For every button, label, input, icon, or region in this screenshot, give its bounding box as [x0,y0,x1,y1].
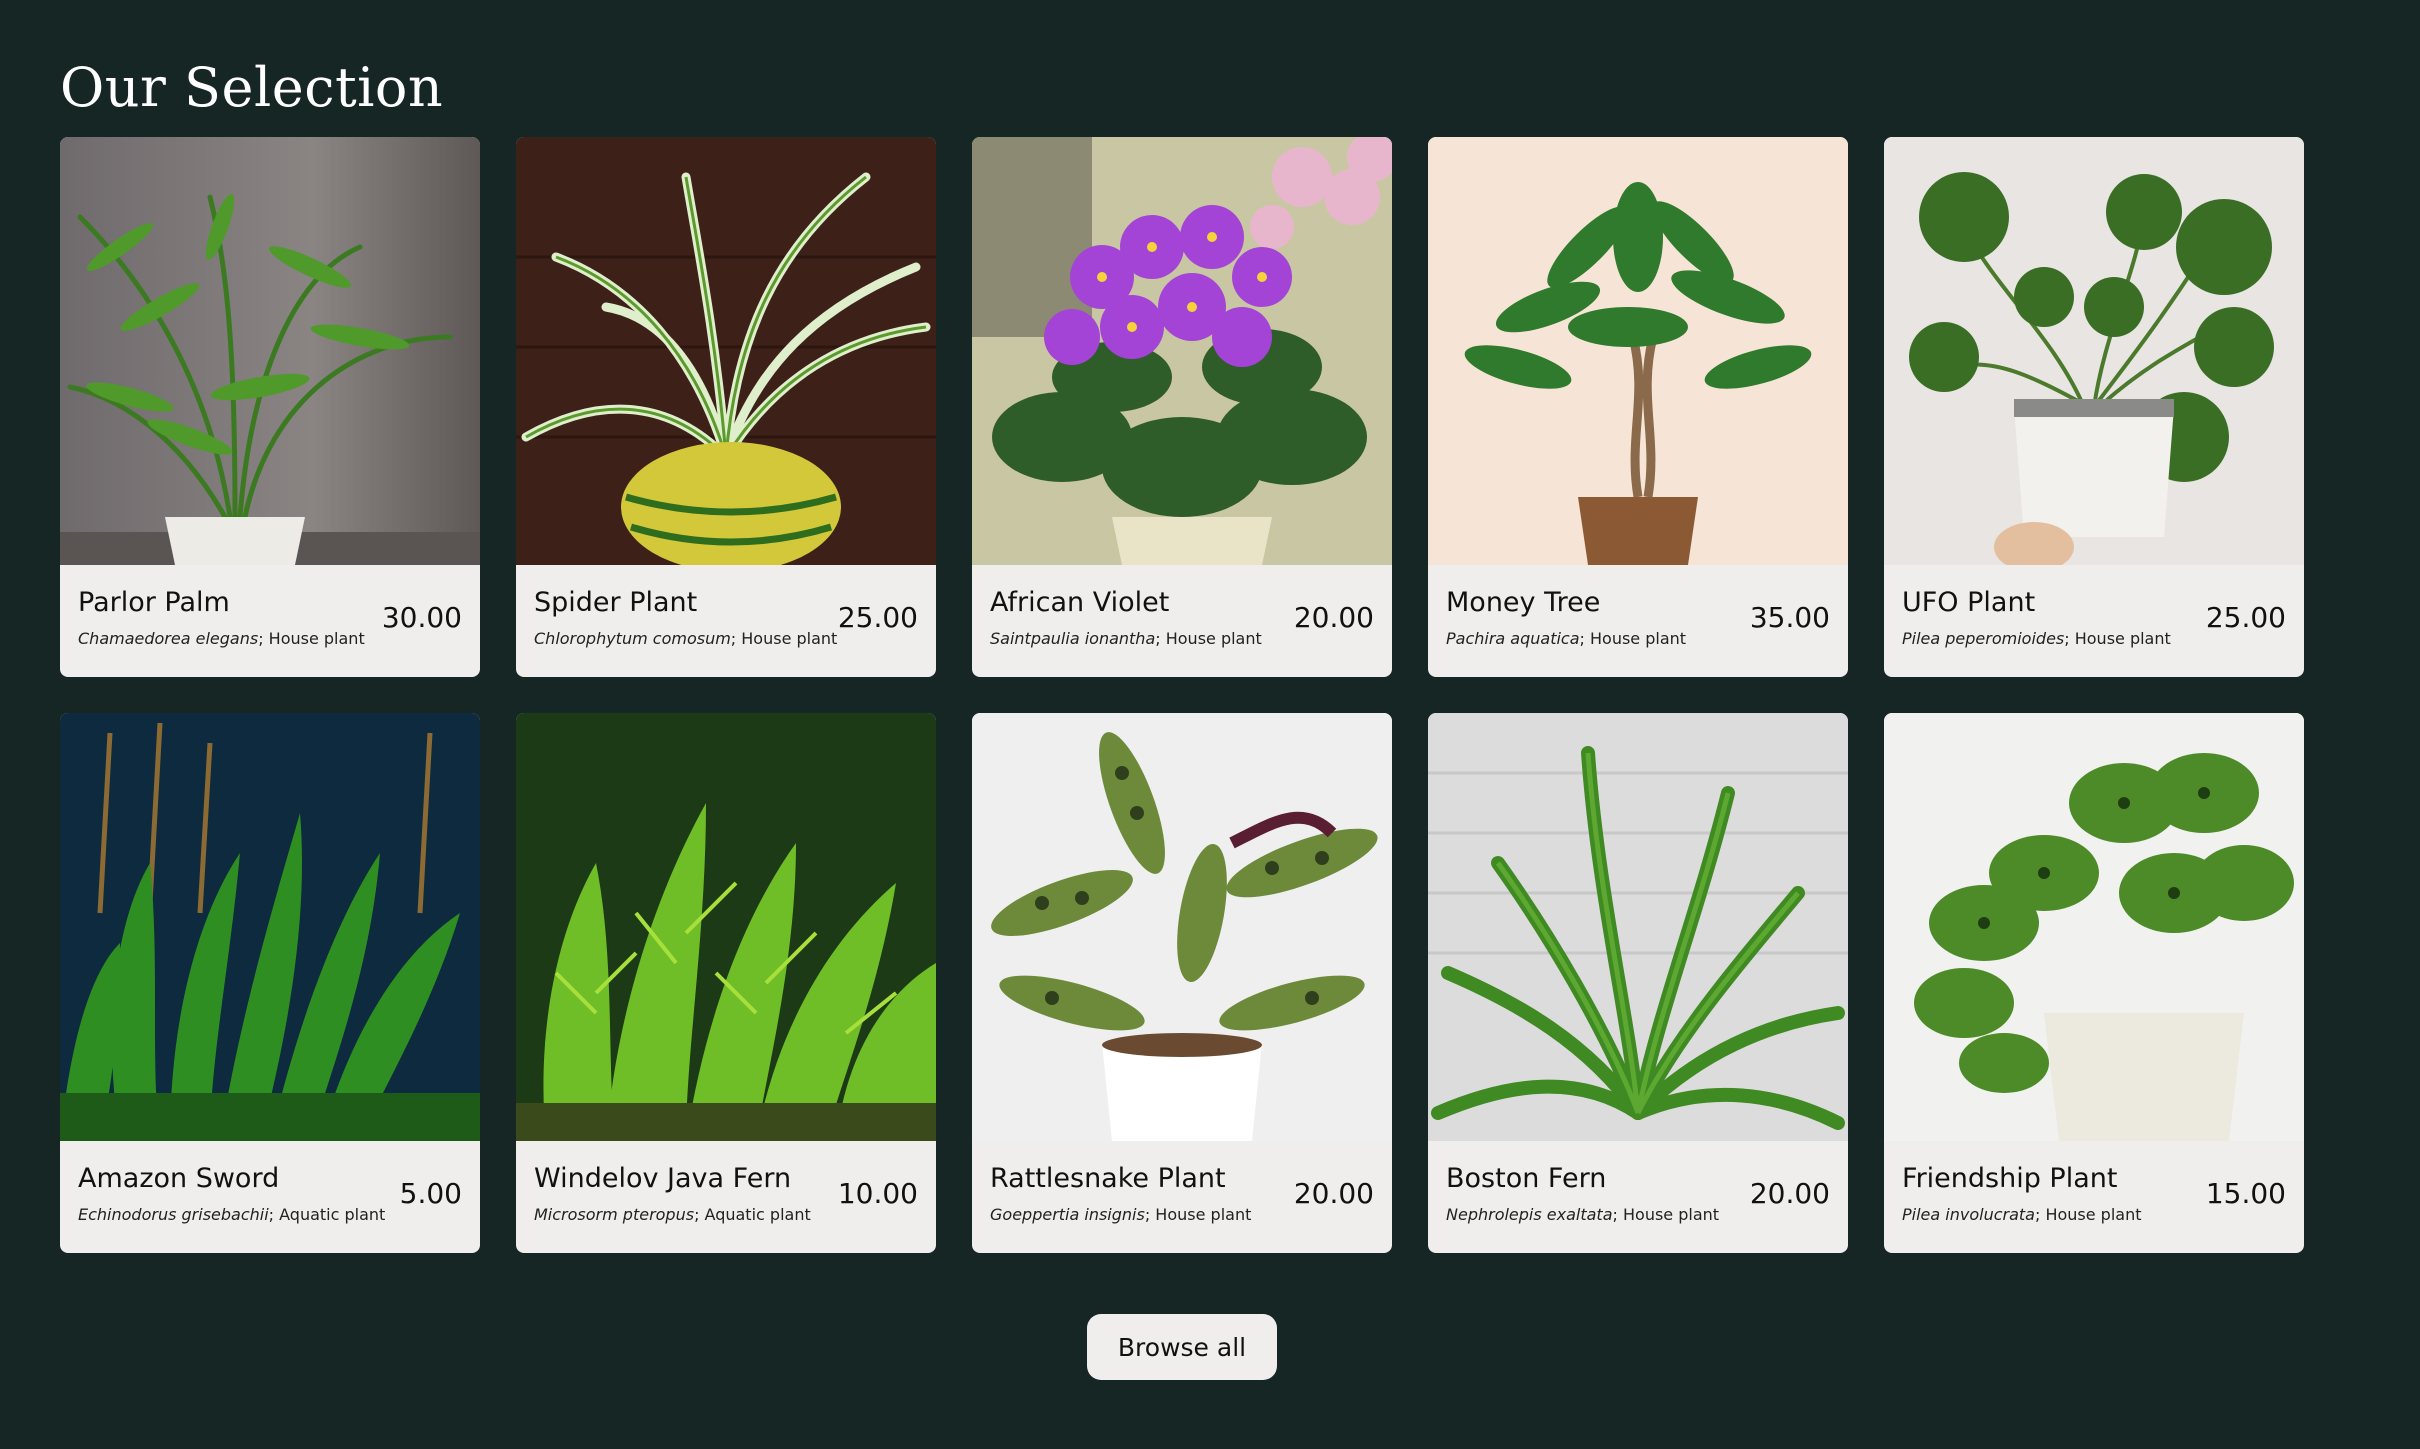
product-price: 25.00 [837,601,918,634]
product-card-african-violet[interactable]: African Violet Saintpaulia ionantha; Hou… [972,137,1392,677]
product-name: Money Tree [1446,587,1601,618]
java-fern-photo [516,713,936,1141]
product-price: 35.00 [1749,601,1830,634]
plant-category: ; House plant [1579,629,1687,648]
product-card-ufo-plant[interactable]: UFO Plant Pilea peperomioides; House pla… [1884,137,2304,677]
friendship-plant-photo [1884,713,2304,1141]
product-subtitle: Pilea involucrata; House plant [1902,1205,2142,1224]
scientific-name: Chamaedorea elegans [78,629,259,648]
parlor-palm-photo [60,137,480,565]
product-subtitle: Echinodorus grisebachii; Aquatic plant [78,1205,385,1224]
product-subtitle: Microsorm pteropus; Aquatic plant [534,1205,811,1224]
plant-category: ; Aquatic plant [268,1205,386,1224]
plant-category: ; House plant [1144,1205,1252,1224]
scientific-name: Goeppertia insignis [990,1205,1145,1224]
amazon-sword-photo [60,713,480,1141]
rattlesnake-plant-photo [972,713,1392,1141]
product-subtitle: Chamaedorea elegans; House plant [78,629,365,648]
product-price: 20.00 [1293,1177,1374,1210]
product-card-rattlesnake-plant[interactable]: Rattlesnake Plant Goeppertia insignis; H… [972,713,1392,1253]
plant-category: ; House plant [2064,629,2171,648]
product-price: 20.00 [1749,1177,1830,1210]
product-name: Rattlesnake Plant [990,1163,1226,1194]
spider-plant-photo [516,137,936,565]
product-subtitle: Pachira aquatica; House plant [1446,629,1686,648]
plant-category: ; House plant [730,629,838,648]
page-title: Our Selection [60,56,444,119]
african-violet-photo [972,137,1392,565]
product-card-java-fern[interactable]: Windelov Java Fern Microsorm pteropus; A… [516,713,936,1253]
product-card-parlor-palm[interactable]: Parlor Palm Chamaedorea elegans; House p… [60,137,480,677]
scientific-name: Pachira aquatica [1446,629,1580,648]
product-price: 10.00 [837,1177,918,1210]
ufo-plant-photo [1884,137,2304,565]
product-card-spider-plant[interactable]: Spider Plant Chlorophytum comosum; House… [516,137,936,677]
plant-category: ; House plant [1612,1205,1720,1224]
product-card-friendship-plant[interactable]: Friendship Plant Pilea involucrata; Hous… [1884,713,2304,1253]
product-name: Parlor Palm [78,587,230,618]
product-price: 15.00 [2205,1177,2286,1210]
plant-category: ; Aquatic plant [694,1205,811,1224]
scientific-name: Chlorophytum comosum [534,629,731,648]
product-card-money-tree[interactable]: Money Tree Pachira aquatica; House plant… [1428,137,1848,677]
product-card-amazon-sword[interactable]: Amazon Sword Echinodorus grisebachii; Aq… [60,713,480,1253]
product-name: Windelov Java Fern [534,1163,792,1194]
product-subtitle: Pilea peperomioides; House plant [1902,629,2171,648]
scientific-name: Pilea involucrata [1902,1205,2035,1224]
scientific-name: Nephrolepis exaltata [1446,1205,1613,1224]
product-subtitle: Goeppertia insignis; House plant [990,1205,1251,1224]
plant-category: ; House plant [1155,629,1262,648]
product-card-boston-fern[interactable]: Boston Fern Nephrolepis exaltata; House … [1428,713,1848,1253]
browse-all-button[interactable]: Browse all [1087,1314,1277,1380]
product-price: 20.00 [1293,601,1374,634]
boston-fern-photo [1428,713,1848,1141]
scientific-name: Microsorm pteropus [534,1205,695,1224]
scientific-name: Pilea peperomioides [1902,629,2065,648]
plant-category: ; House plant [258,629,365,648]
product-name: Friendship Plant [1902,1163,2118,1194]
money-tree-photo [1428,137,1848,565]
product-price: 30.00 [381,601,462,634]
product-name: Spider Plant [534,587,698,618]
product-grid: Parlor Palm Chamaedorea elegans; House p… [60,137,2304,1253]
product-price: 5.00 [399,1177,462,1210]
product-subtitle: Chlorophytum comosum; House plant [534,629,837,648]
scientific-name: Saintpaulia ionantha [990,629,1156,648]
product-name: African Violet [990,587,1170,618]
product-subtitle: Nephrolepis exaltata; House plant [1446,1205,1719,1224]
product-subtitle: Saintpaulia ionantha; House plant [990,629,1262,648]
product-price: 25.00 [2205,601,2286,634]
product-name: Boston Fern [1446,1163,1607,1194]
product-name: UFO Plant [1902,587,2036,618]
product-name: Amazon Sword [78,1163,280,1194]
plant-category: ; House plant [2034,1205,2142,1224]
scientific-name: Echinodorus grisebachii [78,1205,269,1224]
